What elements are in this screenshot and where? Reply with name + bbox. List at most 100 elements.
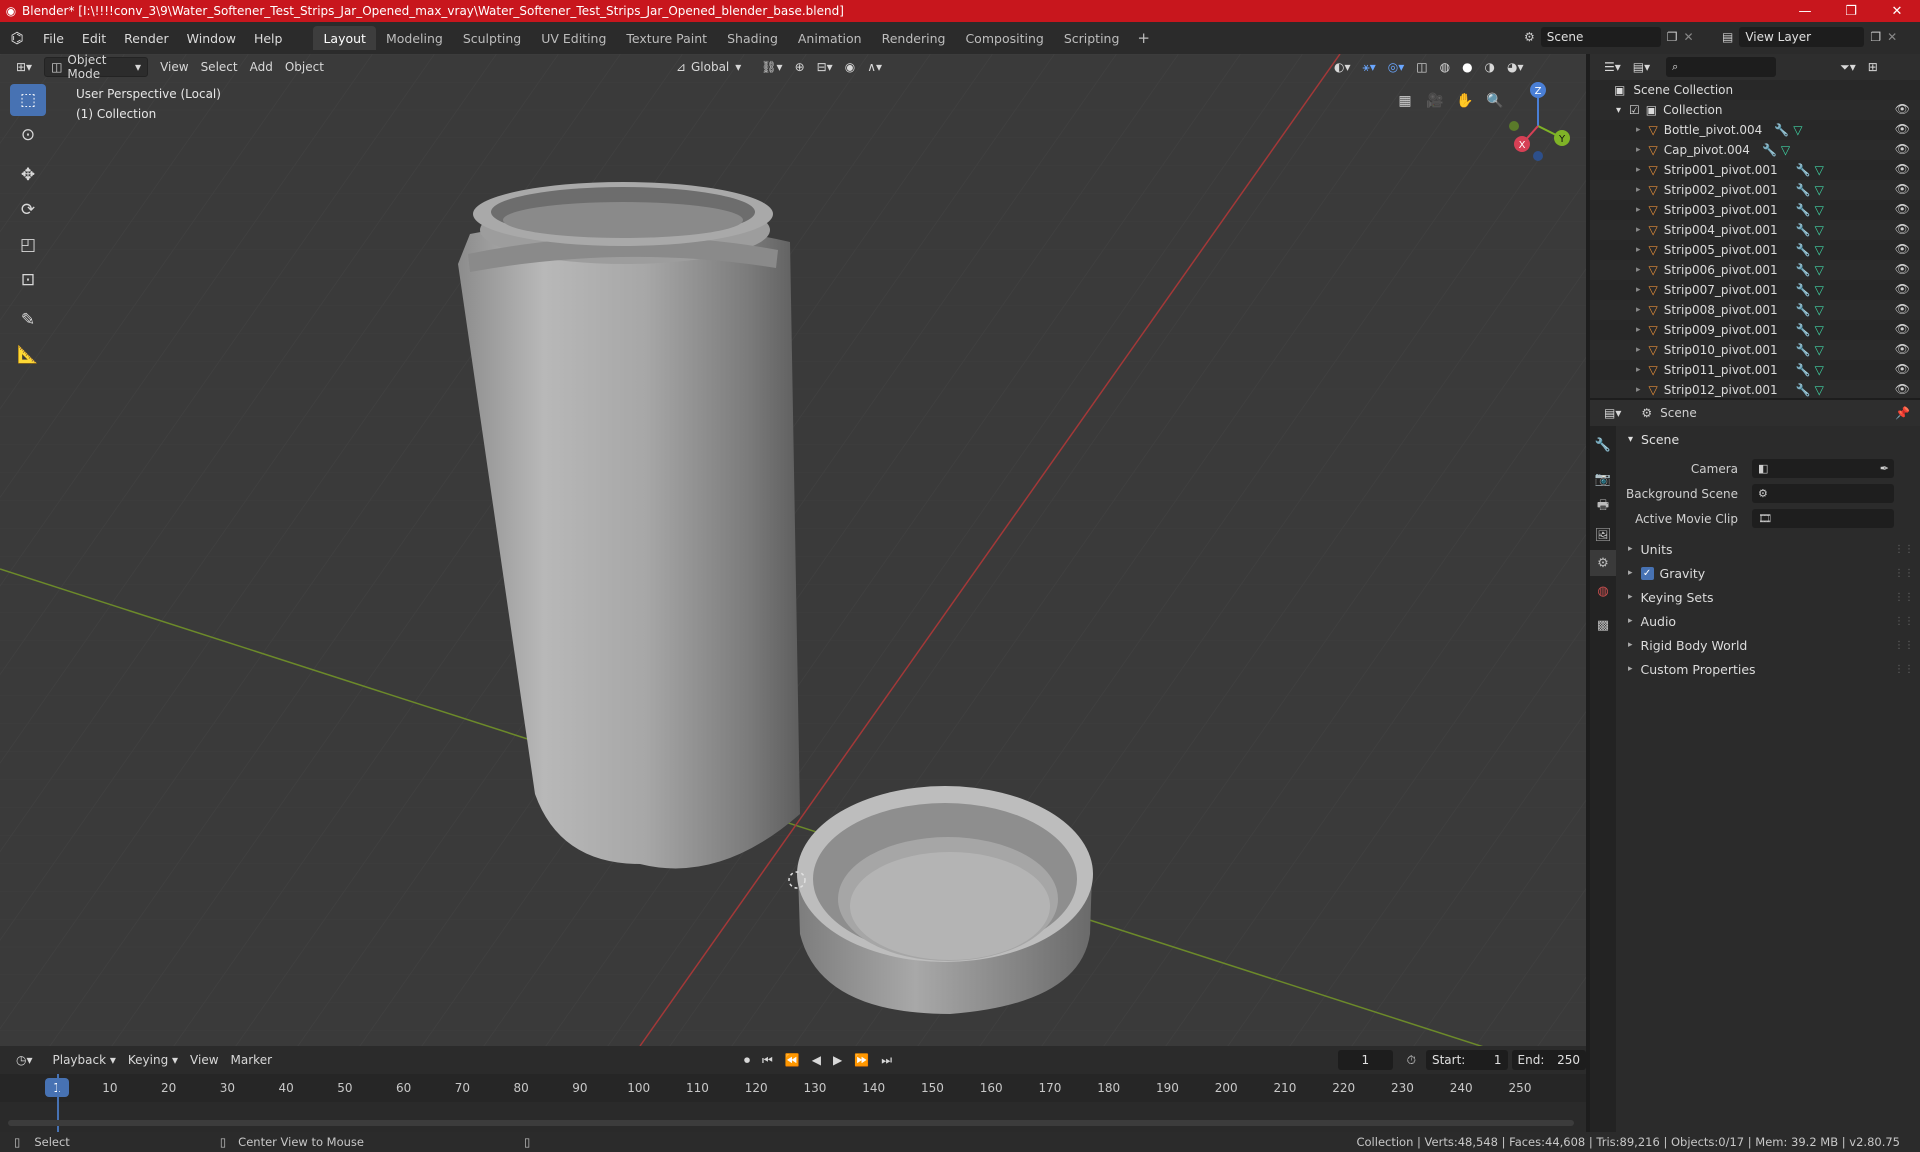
panel-audio[interactable]: ▸ Audio ⋮⋮ — [1620, 609, 1920, 633]
annotate-icon[interactable]: ✎ — [10, 304, 46, 336]
eye-icon[interactable]: 👁 — [1895, 262, 1910, 276]
disclosure-closed-icon[interactable]: ▸ — [1636, 285, 1641, 295]
disclosure-closed-icon[interactable]: ▸ — [1636, 325, 1641, 335]
modifier-wrench-icon[interactable]: 🔧 — [1796, 363, 1811, 377]
orientation-dropdown[interactable]: ⊿ Global ▾ — [670, 57, 747, 77]
outliner-object-row[interactable]: ▸ ▽ Strip002_pivot.001 🔧 ▽ 👁 — [1590, 180, 1920, 200]
outliner-object-row[interactable]: ▸ ▽ Strip008_pivot.001 🔧 ▽ 👁 — [1590, 300, 1920, 320]
play-reverse-icon[interactable]: ◀ — [806, 1050, 827, 1070]
mesh-data-icon[interactable]: ▽ — [1815, 243, 1824, 257]
new-collection-icon[interactable]: ⊞ — [1862, 57, 1884, 77]
camera-view-icon[interactable]: 🎥 — [1422, 88, 1448, 114]
texture-tab-icon[interactable]: ▩ — [1590, 612, 1616, 638]
panel-gravity[interactable]: ▸ ✓ Gravity ⋮⋮ — [1620, 561, 1920, 585]
menu-view[interactable]: View — [154, 57, 194, 77]
timeline-track-area[interactable] — [0, 1074, 1586, 1132]
disclosure-closed-icon[interactable]: ▸ — [1636, 125, 1641, 135]
scene-tab-icon[interactable]: ⚙ — [1590, 550, 1616, 576]
tab-uv-editing[interactable]: UV Editing — [531, 26, 616, 50]
mesh-data-icon[interactable]: ▽ — [1815, 163, 1824, 177]
timeline-scrollbar[interactable] — [8, 1120, 1574, 1126]
drag-handle-icon[interactable]: ⋮⋮ — [1894, 544, 1914, 555]
outliner-object-row[interactable]: ▸ ▽ Strip003_pivot.001 🔧 ▽ 👁 — [1590, 200, 1920, 220]
rotate-icon[interactable]: ⟳ — [10, 194, 46, 226]
drag-handle-icon[interactable]: ⋮⋮ — [1894, 640, 1914, 651]
mesh-data-icon[interactable]: ▽ — [1815, 203, 1824, 217]
move-icon[interactable]: ✥ — [10, 159, 46, 191]
xray-icon[interactable]: ◫ — [1410, 57, 1433, 77]
menu-timeline-view[interactable]: View — [184, 1050, 224, 1070]
tab-rendering[interactable]: Rendering — [872, 26, 956, 50]
modifier-wrench-icon[interactable]: 🔧 — [1796, 203, 1811, 217]
mesh-data-icon[interactable]: ▽ — [1815, 303, 1824, 317]
preview-range-icon[interactable]: ⏱ — [1401, 1050, 1422, 1070]
pivot-icon[interactable]: ⛓▾ — [755, 57, 788, 77]
overlay-toggle-icon[interactable]: ◎▾ — [1382, 57, 1411, 77]
disclosure-open-icon[interactable]: ▾ — [1616, 105, 1621, 116]
tab-scripting[interactable]: Scripting — [1054, 26, 1130, 50]
modifier-wrench-icon[interactable]: 🔧 — [1796, 383, 1811, 397]
panel-keying-sets[interactable]: ▸ Keying Sets ⋮⋮ — [1620, 585, 1920, 609]
jump-end-icon[interactable]: ⏭ — [875, 1050, 898, 1070]
display-mode-icon[interactable]: ▤▾ — [1627, 57, 1656, 77]
mesh-data-icon[interactable]: ▽ — [1815, 223, 1824, 237]
axis-gizmo[interactable]: Z Y X — [1502, 76, 1580, 176]
measure-icon[interactable]: 📐 — [10, 339, 46, 371]
solid-shading-icon[interactable]: ● — [1456, 57, 1478, 77]
gravity-checkbox[interactable]: ✓ — [1640, 566, 1654, 580]
tab-animation[interactable]: Animation — [788, 26, 872, 50]
drag-handle-icon[interactable]: ⋮⋮ — [1894, 568, 1914, 579]
drag-handle-icon[interactable]: ⋮⋮ — [1894, 616, 1914, 627]
collection-row[interactable]: ▾ ☑ ▣ Collection 👁 — [1590, 100, 1920, 120]
outliner-object-row[interactable]: ▸ ▽ Strip010_pivot.001 🔧 ▽ 👁 — [1590, 340, 1920, 360]
modifier-wrench-icon[interactable]: 🔧 — [1796, 223, 1811, 237]
eye-icon[interactable]: 👁 — [1895, 162, 1910, 176]
gizmo-toggle-icon[interactable]: ⚹▾ — [1357, 57, 1382, 77]
select-box-icon[interactable]: ⬚ — [10, 84, 46, 116]
eye-icon[interactable]: 👁 — [1895, 342, 1910, 356]
toggle-ortho-icon[interactable]: ▦ — [1392, 88, 1418, 114]
tab-compositing[interactable]: Compositing — [955, 26, 1053, 50]
modifier-wrench-icon[interactable]: 🔧 — [1796, 243, 1811, 257]
menu-playback[interactable]: Playback ▾ — [47, 1050, 122, 1070]
disclosure-closed-icon[interactable]: ▸ — [1636, 205, 1641, 215]
delete-scene-icon[interactable]: ✕ — [1684, 30, 1694, 44]
wireframe-shading-icon[interactable]: ◍ — [1434, 57, 1456, 77]
modifier-wrench-icon[interactable]: 🔧 — [1762, 143, 1777, 157]
eye-icon[interactable]: 👁 — [1895, 242, 1910, 256]
drag-handle-icon[interactable]: ⋮⋮ — [1894, 592, 1914, 603]
menu-help[interactable]: Help — [245, 27, 292, 49]
eye-icon[interactable]: 👁 — [1895, 202, 1910, 216]
view-layer-selector[interactable]: ▤ View Layer ❐ ✕ — [1722, 26, 1917, 48]
world-tab-icon[interactable]: ◍ — [1590, 578, 1616, 604]
menu-render[interactable]: Render — [115, 27, 178, 49]
camera-field[interactable]: ◧ ✒ — [1752, 459, 1894, 478]
panel-custom-properties[interactable]: ▸ Custom Properties ⋮⋮ — [1620, 657, 1920, 681]
outliner-object-row[interactable]: ▸ ▽ Bottle_pivot.004 🔧 ▽ 👁 — [1590, 120, 1920, 140]
outliner-object-row[interactable]: ▸ ▽ Strip001_pivot.001 🔧 ▽ 👁 — [1590, 160, 1920, 180]
outliner-object-row[interactable]: ▸ ▽ Strip007_pivot.001 🔧 ▽ 👁 — [1590, 280, 1920, 300]
minimize-button[interactable]: — — [1782, 0, 1828, 22]
outliner-object-row[interactable]: ▸ ▽ Strip012_pivot.001 🔧 ▽ 👁 — [1590, 380, 1920, 398]
rendered-shading-icon[interactable]: ◕▾ — [1501, 57, 1530, 77]
outliner-object-row[interactable]: ▸ ▽ Strip011_pivot.001 🔧 ▽ 👁 — [1590, 360, 1920, 380]
eye-icon[interactable]: 👁 — [1895, 282, 1910, 296]
disclosure-closed-icon[interactable]: ▸ — [1636, 245, 1641, 255]
disclosure-closed-icon[interactable]: ▸ — [1636, 305, 1641, 315]
scene-panel-header[interactable]: ▾ Scene — [1620, 426, 1920, 452]
end-frame-field[interactable]: End: 250 — [1511, 1050, 1586, 1070]
menu-add[interactable]: Add — [244, 57, 279, 77]
mesh-data-icon[interactable]: ▽ — [1815, 283, 1824, 297]
outliner-object-row[interactable]: ▸ ▽ Strip009_pivot.001 🔧 ▽ 👁 — [1590, 320, 1920, 340]
tab-shading[interactable]: Shading — [717, 26, 788, 50]
falloff-icon[interactable]: ∧▾ — [861, 57, 888, 77]
modifier-wrench-icon[interactable]: 🔧 — [1796, 323, 1811, 337]
mesh-data-icon[interactable]: ▽ — [1793, 123, 1802, 137]
eye-icon[interactable]: 👁 — [1895, 302, 1910, 316]
checkbox-icon[interactable]: ☑ — [1629, 103, 1640, 117]
tab-modeling[interactable]: Modeling — [376, 26, 453, 50]
tab-layout[interactable]: Layout — [313, 26, 376, 50]
outliner-search-input[interactable]: ⌕ — [1666, 57, 1777, 77]
timeline-ruler[interactable]: 1102030405060708090100110120130140150160… — [0, 1074, 1586, 1102]
new-scene-icon[interactable]: ❐ — [1667, 30, 1678, 44]
